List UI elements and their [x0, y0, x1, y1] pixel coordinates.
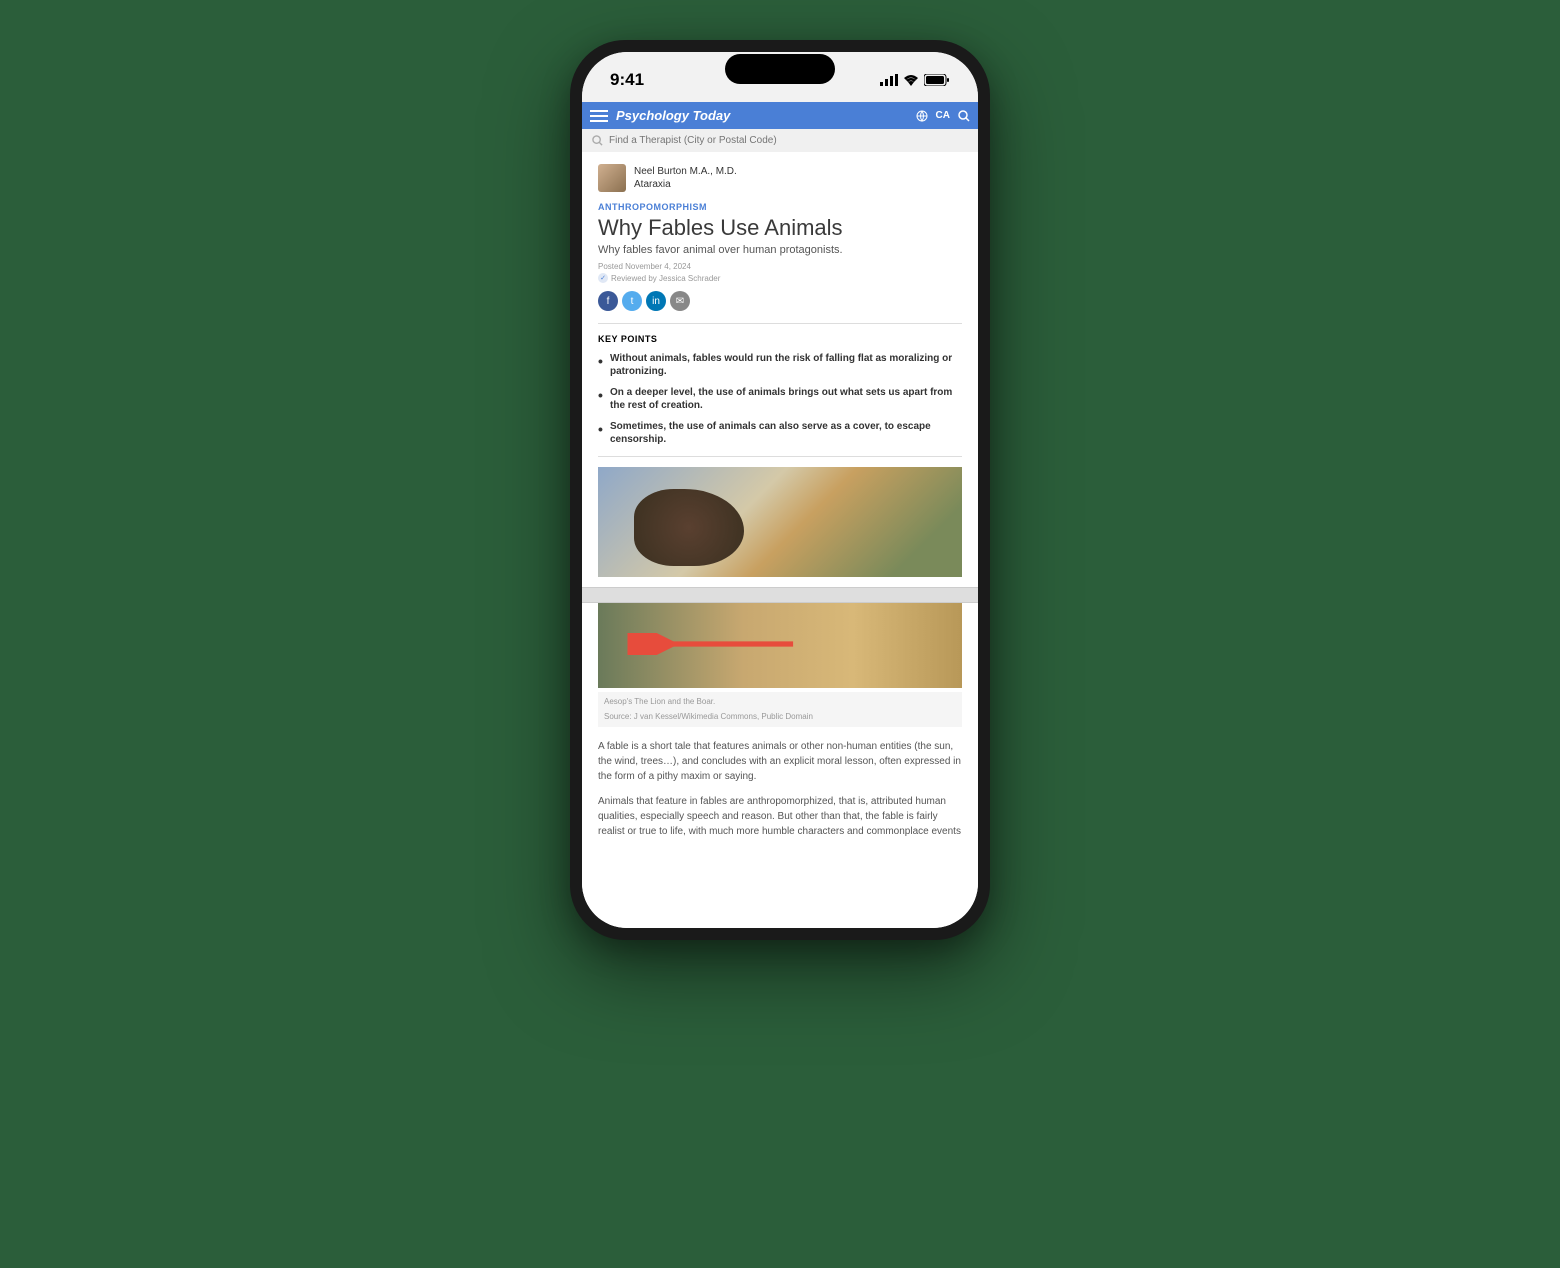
share-row: f t in ✉ [598, 291, 962, 311]
image-caption-source: Source: J van Kessel/Wikimedia Commons, … [604, 711, 956, 722]
share-twitter-button[interactable]: t [622, 291, 642, 311]
body-paragraph: A fable is a short tale that features an… [598, 739, 962, 784]
share-email-button[interactable]: ✉ [670, 291, 690, 311]
image-caption-title: Aesop's The Lion and the Boar. [604, 696, 956, 707]
share-linkedin-button[interactable]: in [646, 291, 666, 311]
page-content[interactable]: Psychology Today CA [582, 102, 978, 928]
keypoint-item: Sometimes, the use of animals can also s… [598, 420, 962, 446]
phone-frame: 9:41 Psychology Today [570, 40, 990, 940]
menu-icon[interactable] [590, 110, 608, 122]
site-nav: Psychology Today CA [582, 102, 978, 129]
therapist-search-bar[interactable] [582, 129, 978, 152]
author-series: Ataraxia [634, 178, 737, 191]
keypoint-item: On a deeper level, the use of animals br… [598, 386, 962, 412]
keypoints-header: KEY POINTS [598, 334, 962, 344]
search-icon[interactable] [958, 110, 970, 122]
status-icons [880, 74, 950, 86]
phone-screen: 9:41 Psychology Today [582, 52, 978, 928]
article-hero-image-top [598, 467, 962, 577]
divider [598, 323, 962, 324]
locale-label[interactable]: CA [936, 110, 950, 121]
globe-icon[interactable] [916, 110, 928, 122]
status-time: 9:41 [610, 70, 644, 90]
share-facebook-button[interactable]: f [598, 291, 618, 311]
therapist-search-input[interactable] [609, 135, 968, 146]
keypoint-item: Without animals, fables would run the ri… [598, 352, 962, 378]
author-avatar [598, 164, 626, 192]
article-category[interactable]: ANTHROPOMORPHISM [598, 202, 962, 212]
site-brand[interactable]: Psychology Today [616, 108, 908, 123]
annotation-arrow [627, 633, 827, 655]
author-info: Neel Burton M.A., M.D. Ataraxia [634, 165, 737, 191]
article-hero-image-bottom [598, 603, 962, 688]
dynamic-island [725, 54, 835, 84]
author-byline[interactable]: Neel Burton M.A., M.D. Ataraxia [598, 164, 962, 192]
article-posted-date: Posted November 4, 2024 [598, 262, 962, 271]
article-subtitle: Why fables favor animal over human prota… [598, 244, 962, 256]
article-title: Why Fables Use Animals [598, 216, 962, 240]
keypoints-list: Without animals, fables would run the ri… [598, 352, 962, 446]
image-caption: Aesop's The Lion and the Boar. Source: J… [598, 692, 962, 726]
battery-icon [924, 74, 950, 86]
cellular-icon [880, 74, 898, 86]
article-reviewed-by: Reviewed by Jessica Schrader [598, 273, 962, 283]
divider [598, 456, 962, 457]
search-icon [592, 135, 603, 146]
body-paragraph: Animals that feature in fables are anthr… [598, 794, 962, 839]
author-name: Neel Burton M.A., M.D. [634, 165, 737, 178]
content-gap [582, 587, 978, 603]
wifi-icon [903, 74, 919, 86]
article: Neel Burton M.A., M.D. Ataraxia ANTHROPO… [582, 152, 978, 861]
article-body: A fable is a short tale that features an… [598, 739, 962, 839]
